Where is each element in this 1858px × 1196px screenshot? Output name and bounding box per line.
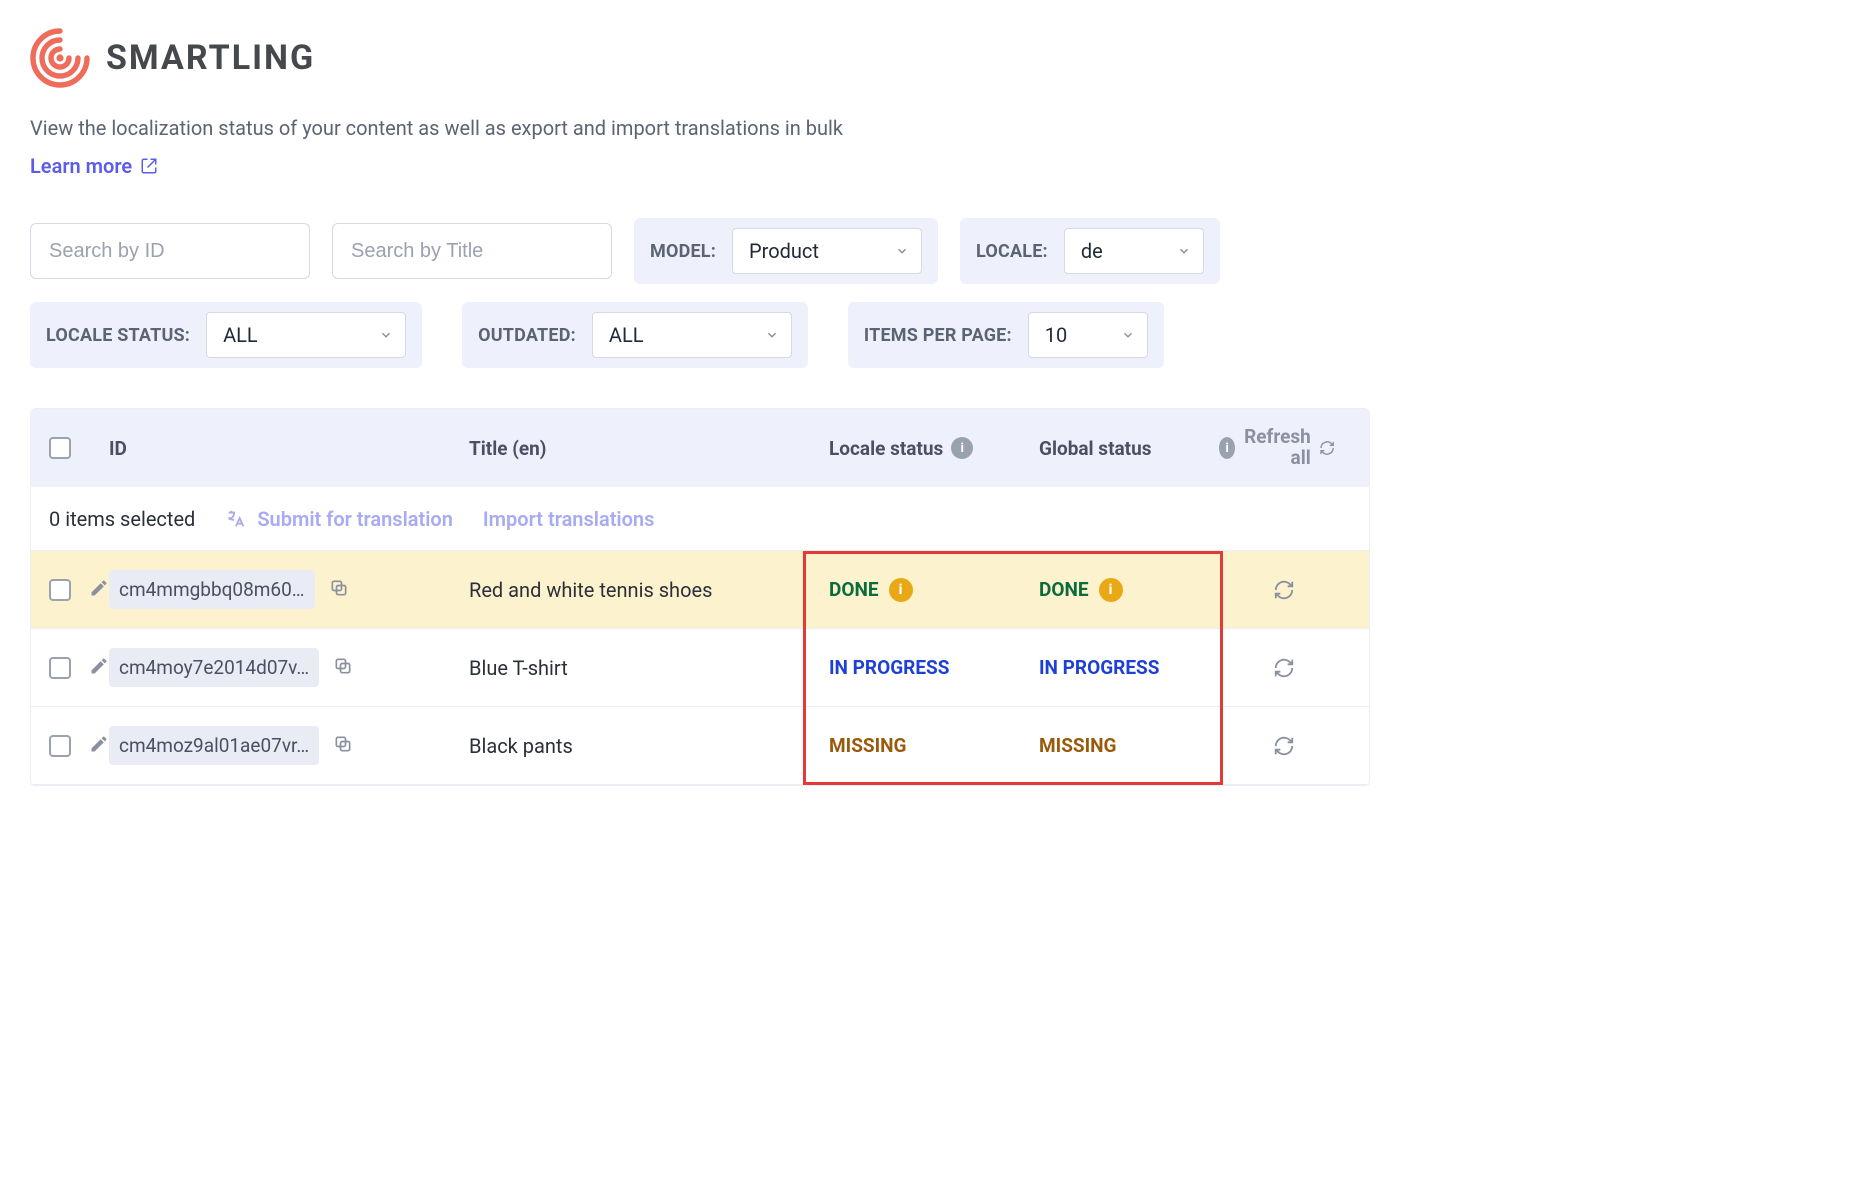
locale-status-select[interactable]: ALL bbox=[206, 312, 406, 358]
row-refresh-button[interactable] bbox=[1219, 735, 1349, 757]
items-per-page-select[interactable]: 10 bbox=[1028, 312, 1148, 358]
chevron-down-icon bbox=[765, 323, 779, 347]
chevron-down-icon bbox=[379, 323, 393, 347]
global-status: MISSING bbox=[1039, 734, 1219, 757]
row-checkbox[interactable] bbox=[49, 657, 71, 679]
model-select-value: Product bbox=[749, 239, 819, 263]
row-refresh-button[interactable] bbox=[1219, 579, 1349, 601]
import-translations-button[interactable]: Import translations bbox=[483, 507, 654, 531]
id-chip[interactable]: cm4moz9al01ae07vr… bbox=[109, 726, 319, 765]
warning-icon[interactable]: i bbox=[1099, 578, 1123, 602]
locale-select-value: de bbox=[1081, 239, 1103, 263]
th-refresh-all: i Refresh all bbox=[1219, 427, 1349, 469]
brand-logo: SMARTLING bbox=[30, 28, 1370, 88]
row-checkbox[interactable] bbox=[49, 579, 71, 601]
locale-filter: LOCALE: de bbox=[960, 218, 1220, 284]
locale-status-filter-label: LOCALE STATUS: bbox=[46, 325, 190, 346]
intro-text: View the localization status of your con… bbox=[30, 116, 1370, 140]
edit-icon[interactable] bbox=[89, 656, 109, 680]
locale-filter-label: LOCALE: bbox=[976, 241, 1048, 262]
outdated-filter-label: OUTDATED: bbox=[478, 325, 576, 346]
edit-icon[interactable] bbox=[89, 734, 109, 758]
row-title: Blue T-shirt bbox=[469, 656, 829, 680]
info-icon[interactable]: i bbox=[951, 437, 973, 459]
row-title: Black pants bbox=[469, 734, 829, 758]
table-header: ID Title (en) Locale statusi Global stat… bbox=[31, 409, 1369, 487]
th-global-status: Global status bbox=[1039, 437, 1219, 460]
info-icon[interactable]: i bbox=[1219, 437, 1235, 459]
translate-icon bbox=[225, 508, 247, 530]
refresh-icon[interactable] bbox=[1319, 437, 1335, 459]
copy-icon[interactable] bbox=[333, 656, 353, 680]
edit-icon[interactable] bbox=[89, 578, 109, 602]
outdated-select[interactable]: ALL bbox=[592, 312, 792, 358]
locale-status-value: ALL bbox=[223, 323, 258, 347]
locale-status: DONEi bbox=[829, 578, 1039, 602]
table-row: cm4moy7e2014d07v…Blue T-shirtIN PROGRESS… bbox=[31, 629, 1369, 707]
logo-mark-icon bbox=[30, 28, 90, 88]
learn-more-label: Learn more bbox=[30, 154, 132, 178]
model-filter: MODEL: Product bbox=[634, 218, 938, 284]
learn-more-link[interactable]: Learn more bbox=[30, 154, 158, 178]
id-chip[interactable]: cm4moy7e2014d07v… bbox=[109, 648, 319, 687]
brand-name: SMARTLING bbox=[106, 38, 315, 78]
bulk-actions-bar: 0 items selected Submit for translation … bbox=[31, 487, 1369, 551]
chevron-down-icon bbox=[1121, 323, 1135, 347]
copy-icon[interactable] bbox=[333, 734, 353, 758]
row-checkbox[interactable] bbox=[49, 735, 71, 757]
id-chip[interactable]: cm4mmgbbq08m60… bbox=[109, 570, 315, 609]
model-filter-label: MODEL: bbox=[650, 241, 716, 262]
locale-status-filter: LOCALE STATUS: ALL bbox=[30, 302, 422, 368]
items-per-page-value: 10 bbox=[1045, 323, 1067, 347]
locale-status: IN PROGRESS bbox=[829, 656, 1039, 679]
items-per-page-label: ITEMS PER PAGE: bbox=[864, 325, 1012, 346]
global-status: DONEi bbox=[1039, 578, 1219, 602]
global-status: IN PROGRESS bbox=[1039, 656, 1219, 679]
model-select[interactable]: Product bbox=[732, 228, 922, 274]
search-id-input[interactable] bbox=[30, 223, 310, 279]
locale-status: MISSING bbox=[829, 734, 1039, 757]
copy-icon[interactable] bbox=[329, 578, 349, 602]
table-row: cm4moz9al01ae07vr…Black pantsMISSINGMISS… bbox=[31, 707, 1369, 785]
external-link-icon bbox=[140, 157, 158, 175]
row-title: Red and white tennis shoes bbox=[469, 578, 829, 602]
th-locale-status: Locale statusi bbox=[829, 437, 1039, 460]
locale-select[interactable]: de bbox=[1064, 228, 1204, 274]
th-title: Title (en) bbox=[469, 437, 829, 460]
row-refresh-button[interactable] bbox=[1219, 657, 1349, 679]
th-id: ID bbox=[109, 437, 469, 460]
chevron-down-icon bbox=[895, 239, 909, 263]
chevron-down-icon bbox=[1177, 239, 1191, 263]
submit-translation-button[interactable]: Submit for translation bbox=[225, 507, 453, 531]
content-table: ID Title (en) Locale statusi Global stat… bbox=[30, 408, 1370, 786]
selection-count: 0 items selected bbox=[49, 507, 195, 531]
select-all-checkbox[interactable] bbox=[49, 437, 71, 459]
outdated-filter: OUTDATED: ALL bbox=[462, 302, 808, 368]
outdated-value: ALL bbox=[609, 323, 644, 347]
table-row: cm4mmgbbq08m60… Red and white tennis shoe… bbox=[31, 551, 1369, 629]
items-per-page-filter: ITEMS PER PAGE: 10 bbox=[848, 302, 1164, 368]
search-title-input[interactable] bbox=[332, 223, 612, 279]
warning-icon[interactable]: i bbox=[889, 578, 913, 602]
